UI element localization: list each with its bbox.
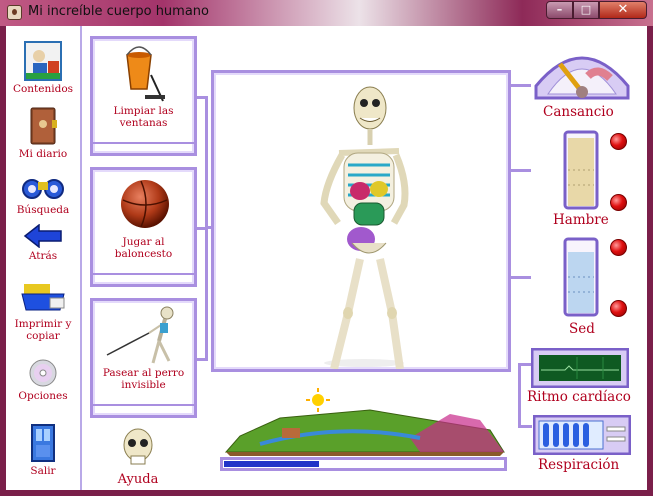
sidebar-label-print: Imprimir y copiar — [14, 318, 72, 342]
printer-icon — [20, 280, 66, 316]
sidebar-item-contents[interactable]: Contenidos — [6, 41, 80, 95]
skeleton-walking-icon — [103, 305, 187, 371]
back-arrow-icon — [23, 223, 63, 249]
skull-help-icon — [123, 428, 153, 465]
landscape-map[interactable] — [220, 408, 510, 460]
tiredness-label: Cansancio — [543, 104, 614, 120]
panel-footer — [93, 273, 194, 284]
connector — [197, 96, 205, 99]
sidebar-label-back: Atrás — [28, 250, 58, 262]
thirst-meter[interactable] — [559, 237, 601, 321]
tiredness-gauge[interactable] — [530, 36, 634, 106]
maximize-button[interactable]: □ — [573, 1, 599, 19]
help-button[interactable]: Ayuda — [114, 428, 162, 487]
activity-label-walk: Pasear al perro invisible — [102, 367, 185, 391]
app-skull-icon — [7, 5, 22, 20]
minimize-button[interactable]: – — [546, 1, 573, 19]
hunger-indicator-bottom — [610, 194, 627, 211]
connector — [511, 169, 531, 172]
breathing-monitor[interactable] — [532, 414, 632, 459]
sidebar-item-options[interactable]: Opciones — [6, 358, 80, 402]
sidebar-item-back[interactable]: Atrás — [6, 223, 80, 262]
breathing-label: Respiración — [538, 457, 620, 473]
hunger-fill — [568, 138, 594, 206]
panel-footer — [93, 404, 194, 415]
heart-rate-monitor[interactable] — [530, 347, 630, 392]
connector — [518, 425, 532, 428]
heart-rate-label: Ritmo cardíaco — [527, 389, 631, 405]
sidebar-label-diary: Mi diario — [18, 148, 68, 160]
hunger-indicator-top — [610, 133, 627, 150]
sidebar-label-exit: Salir — [30, 465, 56, 477]
sidebar: Contenidos Mi diario Búsqueda Atrás Impr… — [6, 26, 82, 490]
connector — [511, 84, 531, 87]
sidebar-label-options: Opciones — [18, 390, 68, 402]
cd-options-icon — [28, 358, 58, 388]
binoculars-icon — [21, 172, 65, 202]
connector — [511, 276, 531, 279]
diary-icon — [28, 106, 58, 146]
activity-label-basketball: Jugar al baloncesto — [114, 236, 173, 260]
thirst-indicator-top — [610, 239, 627, 256]
connector — [518, 363, 521, 427]
sidebar-label-contents: Contenidos — [12, 83, 74, 95]
activity-basketball[interactable]: Jugar al baloncesto — [90, 167, 197, 287]
connector — [197, 227, 205, 230]
close-button[interactable]: ✕ — [599, 1, 647, 19]
activity-walk-dog[interactable]: Pasear al perro invisible — [90, 298, 197, 418]
progress-bar — [220, 457, 507, 471]
sidebar-item-diary[interactable]: Mi diario — [6, 106, 80, 160]
sidebar-item-search[interactable]: Búsqueda — [6, 172, 80, 216]
skeleton-figure[interactable] — [214, 73, 508, 369]
contents-icon — [24, 41, 62, 81]
activity-clean-windows[interactable]: Limpiar las ventanas — [90, 36, 197, 156]
body-view-panel[interactable] — [211, 70, 511, 372]
connector — [197, 358, 205, 361]
sidebar-item-print[interactable]: Imprimir y copiar — [6, 280, 80, 342]
bucket-icon — [121, 45, 167, 107]
thirst-fill — [568, 252, 594, 313]
help-label: Ayuda — [117, 472, 159, 487]
thirst-indicator-bottom — [610, 300, 627, 317]
hunger-meter[interactable] — [559, 130, 601, 214]
title-bar: Mi increíble cuerpo humano – □ ✕ — [0, 0, 653, 26]
activity-label-clean: Limpiar las ventanas — [113, 105, 174, 129]
app-frame: Contenidos Mi diario Búsqueda Atrás Impr… — [6, 26, 647, 490]
window-title: Mi increíble cuerpo humano — [28, 4, 209, 19]
exit-door-icon — [30, 423, 56, 463]
sidebar-label-search: Búsqueda — [16, 204, 70, 216]
panel-footer — [93, 142, 194, 153]
sidebar-item-exit[interactable]: Salir — [6, 423, 80, 477]
progress-fill — [224, 461, 319, 467]
basketball-icon — [119, 178, 171, 234]
thirst-label: Sed — [569, 321, 595, 337]
hunger-label: Hambre — [553, 212, 609, 228]
